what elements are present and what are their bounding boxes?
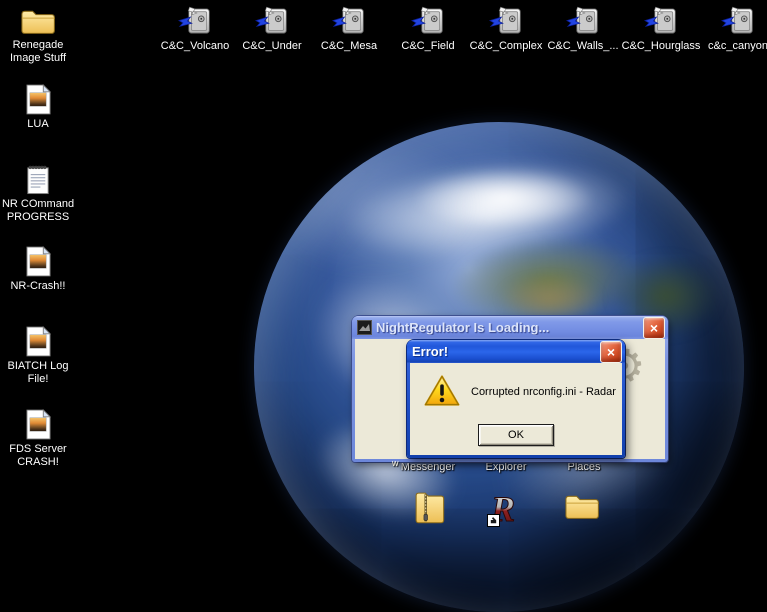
- desktop-icon-nr-crash[interactable]: NR-Crash!!: [0, 246, 76, 293]
- icon-label: NR-Crash!!: [10, 280, 65, 293]
- desktop-icon-fds-server-crash[interactable]: FDS Server CRASH!: [0, 409, 76, 469]
- window-title: NightRegulator Is Loading...: [376, 320, 639, 335]
- desktop-icon-cc-field[interactable]: C&C_Field: [390, 6, 466, 53]
- icon-label: LUA: [27, 118, 48, 131]
- icon-label: C&C_Mesa: [321, 40, 377, 53]
- icon-label: BIATCH Log File!: [0, 360, 76, 386]
- error-message: Corrupted nrconfig.ini - Radar: [471, 386, 619, 399]
- folder-icon: [20, 8, 56, 36]
- image-file-icon: [26, 246, 51, 277]
- map-safe-icon: [255, 6, 289, 37]
- icon-label: C&C_Field: [401, 40, 454, 53]
- notepad-icon: [25, 164, 51, 195]
- shortcut-arrow-icon: [487, 514, 500, 527]
- desktop-icon-cc-volcano[interactable]: C&C_Volcano: [157, 6, 233, 53]
- map-safe-icon: [489, 6, 523, 37]
- error-dialog-titlebar[interactable]: Error! ×: [407, 340, 625, 363]
- nightregulator-titlebar[interactable]: NightRegulator Is Loading... ×: [352, 316, 668, 339]
- desktop-icon-folder[interactable]: [547, 493, 617, 521]
- map-safe-icon: [411, 6, 445, 37]
- desktop-icon-cc-hourglass[interactable]: C&C_Hourglass: [623, 6, 699, 53]
- error-dialog-client-area: Corrupted nrconfig.ini - Radar OK: [410, 363, 622, 455]
- dialog-title: Error!: [412, 344, 596, 359]
- clipped-label-fragment: w: [392, 458, 399, 468]
- desktop-icon-renegade-image-stuff[interactable]: Renegade Image Stuff: [0, 8, 76, 65]
- icon-label: C&C_Hourglass: [622, 40, 701, 53]
- icon-label: Renegade Image Stuff: [0, 39, 76, 65]
- close-icon[interactable]: ×: [643, 317, 665, 339]
- close-icon[interactable]: ×: [600, 341, 622, 363]
- icon-label: c&c_canyon: [708, 40, 767, 53]
- desktop-icon-cc-under[interactable]: C&C_Under: [234, 6, 310, 53]
- desktop-icon-zipped-folder[interactable]: [395, 489, 465, 526]
- desktop-icon-renegade-shortcut[interactable]: [471, 489, 541, 529]
- desktop-icon-cc-mesa[interactable]: C&C_Mesa: [311, 6, 387, 53]
- desktop-icon-biatch-log-file[interactable]: BIATCH Log File!: [0, 326, 76, 386]
- desktop-icon-label-messenger[interactable]: Messenger: [401, 461, 455, 473]
- warning-icon: [423, 374, 461, 408]
- desktop-icon-label-places[interactable]: Places: [567, 461, 600, 473]
- image-file-icon: [26, 326, 51, 357]
- image-file-icon: [26, 409, 51, 440]
- icon-label: C&C_Complex: [470, 40, 543, 53]
- map-safe-icon: [566, 6, 600, 37]
- icon-label: FDS Server CRASH!: [0, 443, 76, 469]
- desktop-icon-cc-complex[interactable]: C&C_Complex: [468, 6, 544, 53]
- desktop-icon-lua[interactable]: LUA: [0, 84, 76, 131]
- ok-button[interactable]: OK: [478, 424, 554, 446]
- desktop-icon-cc-canyon[interactable]: c&c_canyon: [700, 6, 767, 53]
- zipped-folder-icon: [414, 489, 446, 526]
- map-safe-icon: [178, 6, 212, 37]
- icon-label: C&C_Walls_...: [547, 40, 618, 53]
- desktop-icon-nr-command-progress[interactable]: NR COmmand PROGRESS: [0, 164, 76, 224]
- map-safe-icon: [721, 6, 755, 37]
- icon-label: C&C_Volcano: [161, 40, 230, 53]
- image-file-icon: [26, 84, 51, 115]
- icon-label: NR COmmand PROGRESS: [0, 198, 76, 224]
- desktop: { "desktop": { "top_icons": [ {"label": …: [0, 0, 767, 530]
- error-dialog: Error! × Corrupted nrconfig.ini - Radar …: [407, 340, 625, 458]
- map-safe-icon: [332, 6, 366, 37]
- desktop-icon-label-explorer[interactable]: Explorer: [486, 461, 527, 473]
- icon-label: C&C_Under: [242, 40, 301, 53]
- nightregulator-window-icon: [357, 320, 372, 335]
- desktop-icon-cc-walls[interactable]: C&C_Walls_...: [545, 6, 621, 53]
- map-safe-icon: [644, 6, 678, 37]
- folder-icon: [564, 493, 600, 521]
